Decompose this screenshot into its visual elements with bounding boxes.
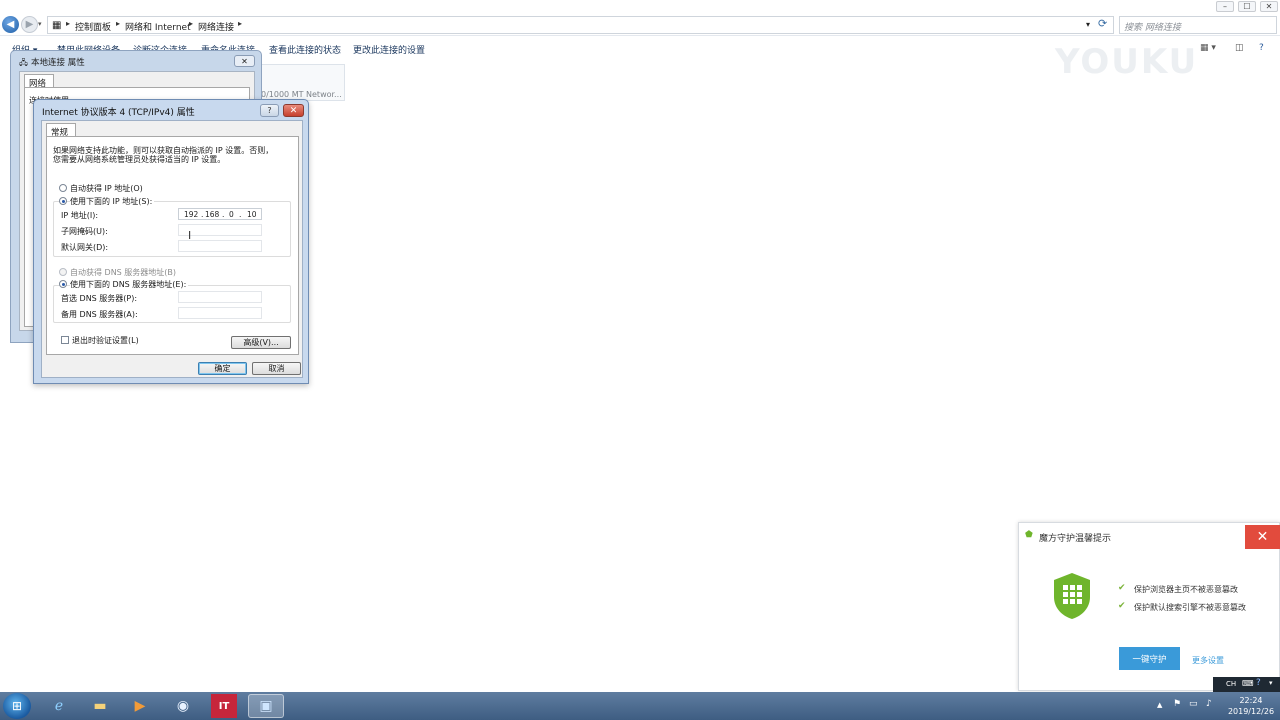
validate-on-exit-checkbox[interactable] <box>61 336 69 344</box>
breadcrumb-network-connections[interactable]: 网络连接 <box>198 20 234 33</box>
ime-language-label: CH <box>1226 680 1237 688</box>
recent-pages-dropdown-icon[interactable]: ▾ <box>38 20 42 28</box>
network-adapter-tile[interactable]: 0/1000 MT Networ... <box>260 64 345 101</box>
keyboard-icon: ⌨ <box>1242 679 1254 688</box>
preview-pane-icon[interactable]: ◫ <box>1235 43 1244 53</box>
close-window-button[interactable]: ✕ <box>1260 1 1278 12</box>
ok-button[interactable]: 确定 <box>198 362 247 375</box>
network-connections-taskbar-icon[interactable]: ▣ <box>248 694 284 718</box>
protect-search-text: 保护默认搜索引擎不被恶意篡改 <box>1134 603 1246 612</box>
view-status-button[interactable]: 查看此连接的状态 <box>269 43 341 56</box>
refresh-icon[interactable]: ⟳ <box>1098 17 1107 30</box>
browser-icon[interactable]: ◉ <box>170 694 196 718</box>
check-icon: ✔ <box>1118 583 1126 593</box>
tray-clock[interactable]: 22:24 2019/12/26 <box>1226 695 1276 717</box>
ipv4-dialog-close-button[interactable]: ✕ <box>283 104 304 117</box>
protect-homepage-text: 保护浏览器主页不被恶意篡改 <box>1134 585 1238 594</box>
help-icon[interactable]: ? <box>1259 43 1264 53</box>
popup-close-button[interactable]: ✕ <box>1245 525 1280 549</box>
address-row: ◀ ▶ ▾ ▦ ▸ 控制面板 ▸ 网络和 Internet ▸ 网络连接 ▸ ▾… <box>0 14 1280 36</box>
ime-options-icon: ▾ <box>1269 679 1273 687</box>
preferred-dns-input[interactable] <box>178 291 262 303</box>
auto-ip-label[interactable]: 自动获得 IP 地址(O) <box>70 183 143 194</box>
start-button[interactable]: ⊞ <box>3 693 31 719</box>
auto-dns-label[interactable]: 自动获得 DNS 服务器地址(B) <box>70 267 176 278</box>
cancel-button[interactable]: 取消 <box>252 362 301 375</box>
local-dialog-title: 本地连接 属性 <box>31 58 85 68</box>
manual-dns-label[interactable]: 使用下面的 DNS 服务器地址(E): <box>70 279 189 290</box>
ipv4-dialog-body: 常规 如果网络支持此功能，则可以获取自动指派的 IP 设置。否则， 您需要从网络… <box>41 120 303 378</box>
media-player-icon[interactable]: ▶ <box>127 694 153 718</box>
minimize-button[interactable]: – <box>1216 1 1234 12</box>
tab-network[interactable]: 网络 <box>24 74 54 89</box>
more-settings-link[interactable]: 更多设置 <box>1192 655 1224 666</box>
taskbar: ⊞ ℯ ▬ ▶ ◉ IT ▣ ▲ ⚑ ▭ ♪ 22:24 2019/12/26 <box>0 692 1280 720</box>
search-input[interactable]: 搜索 网络连接 <box>1119 16 1277 34</box>
youku-watermark: YOUKU <box>1055 42 1199 82</box>
breadcrumb-control-panel[interactable]: 控制面板 <box>75 20 111 33</box>
one-click-protect-button[interactable]: 一键守护 <box>1119 647 1180 670</box>
local-dialog-close-button[interactable]: ✕ <box>234 55 255 67</box>
tab-general[interactable]: 常规 <box>46 123 76 138</box>
maximize-button[interactable]: ☐ <box>1238 1 1256 12</box>
show-hidden-icons-icon[interactable]: ▲ <box>1157 701 1162 709</box>
breadcrumb-network-internet[interactable]: 网络和 Internet <box>125 20 191 33</box>
general-tab-panel: 如果网络支持此功能，则可以获取自动指派的 IP 设置。否则， 您需要从网络系统管… <box>46 136 299 355</box>
volume-icon[interactable]: ♪ <box>1206 699 1212 709</box>
internet-explorer-icon[interactable]: ℯ <box>46 694 72 718</box>
address-bar[interactable]: ▦ ▸ 控制面板 ▸ 网络和 Internet ▸ 网络连接 ▸ ▾ <box>47 16 1114 34</box>
alternate-dns-label: 备用 DNS 服务器(A): <box>61 310 138 319</box>
ip-address-label: IP 地址(I): <box>61 211 99 220</box>
auto-dns-radio[interactable] <box>59 268 67 276</box>
popup-shield-small-icon: ⬟ <box>1025 530 1033 540</box>
subnet-mask-label: 子网掩码(U): <box>61 227 108 236</box>
back-button[interactable]: ◀ <box>2 16 19 33</box>
intro-text-line2: 您需要从网络系统管理员处获得适当的 IP 设置。 <box>53 155 226 164</box>
flag-icon[interactable]: ⚑ <box>1173 699 1181 709</box>
manual-ip-label[interactable]: 使用下面的 IP 地址(S): <box>70 196 155 207</box>
tray-time: 22:24 <box>1239 696 1263 705</box>
explorer-titlebar: – ☐ ✕ <box>0 0 1280 14</box>
address-dropdown-icon[interactable]: ▾ <box>1086 20 1090 29</box>
preferred-dns-label: 首选 DNS 服务器(P): <box>61 294 138 303</box>
shield-icon <box>1052 571 1092 624</box>
check-icon: ✔ <box>1118 601 1126 611</box>
it-app-icon[interactable]: IT <box>211 694 237 718</box>
control-panel-icon: ▦ <box>52 20 62 31</box>
advanced-button[interactable]: 高级(V)... <box>231 336 291 349</box>
default-gateway-label: 默认网关(D): <box>61 243 109 252</box>
ime-help-icon: ? <box>1256 678 1261 688</box>
ipv4-properties-dialog: Internet 协议版本 4 (TCP/IPv4) 属性 ? ✕ 常规 如果网… <box>33 99 309 384</box>
mofang-guard-popup: ⬟ 魔方守护温馨提示 ✕ ✔ 保护浏览器主页不被恶意篡改 ✔ 保护默认搜索引擎不… <box>1018 522 1280 691</box>
change-settings-button[interactable]: 更改此连接的设置 <box>353 43 425 56</box>
auto-ip-radio[interactable] <box>59 184 67 192</box>
help-button[interactable]: ? <box>260 104 279 117</box>
tray-date: 2019/12/26 <box>1227 707 1275 716</box>
popup-title: 魔方守护温馨提示 <box>1039 534 1112 544</box>
text-cursor-icon: I <box>188 229 192 242</box>
network-icon[interactable]: ▭ <box>1189 699 1198 709</box>
adapter-tile-label: 0/1000 MT Networ... <box>261 90 342 99</box>
local-dialog-icon: 🖧 <box>19 58 28 67</box>
ipv4-dialog-title: Internet 协议版本 4 (TCP/IPv4) 属性 <box>42 108 195 118</box>
alternate-dns-input[interactable] <box>178 307 262 319</box>
forward-button[interactable]: ▶ <box>21 16 38 33</box>
file-explorer-icon[interactable]: ▬ <box>87 694 113 718</box>
manual-ip-radio[interactable] <box>59 197 67 205</box>
validate-on-exit-label[interactable]: 退出时验证设置(L) <box>72 335 139 346</box>
manual-dns-radio[interactable] <box>59 280 67 288</box>
ime-language-bar[interactable]: CH ⌨ ? ▾ <box>1213 677 1280 692</box>
view-options-icon[interactable]: ▦ ▾ <box>1200 43 1216 53</box>
ip-address-input[interactable]: 192 . 168 . 0 . 10 <box>178 208 262 220</box>
